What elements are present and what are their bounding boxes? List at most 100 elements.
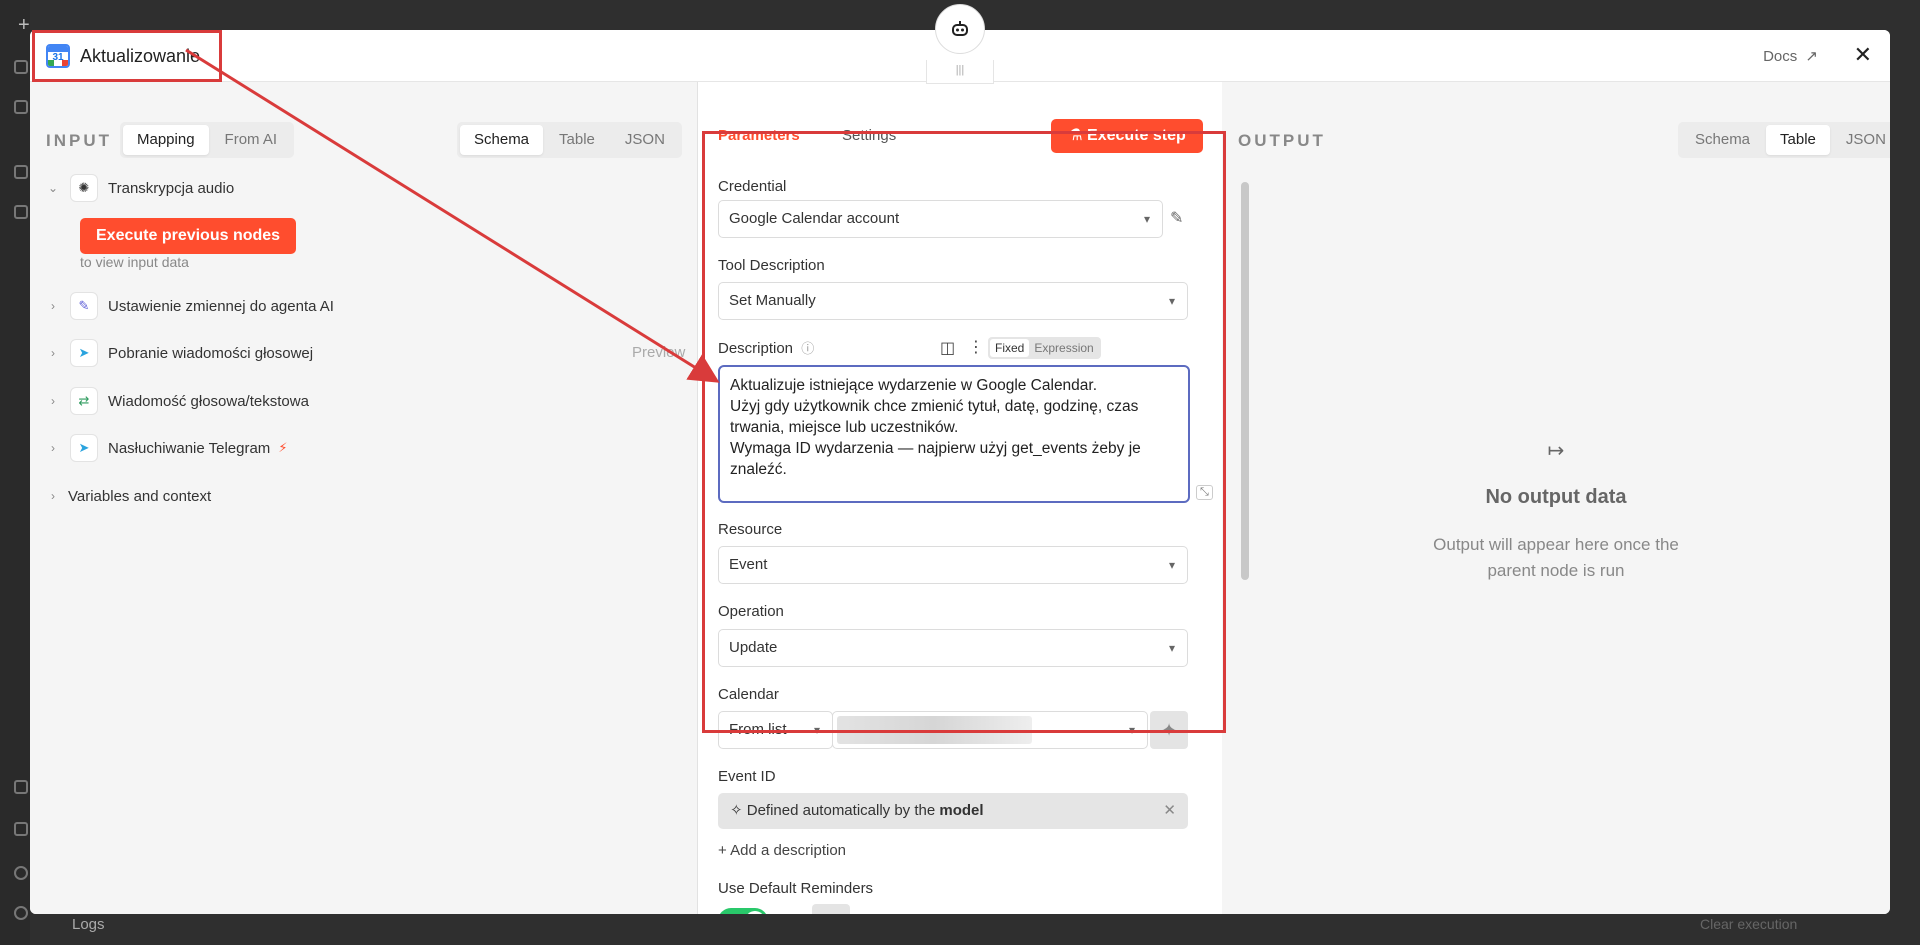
more-options-icon[interactable]: ⋮ — [968, 337, 984, 357]
scrollbar-thumb[interactable] — [1241, 182, 1249, 580]
reminders-label: Use Default Reminders — [718, 880, 874, 897]
credential-select[interactable]: Google Calendar account ▾ — [718, 200, 1163, 238]
tree-node-ustawienie[interactable]: › ✎ Ustawienie zmiennej do agenta AI — [44, 291, 334, 321]
docs-label: Docs — [1763, 48, 1798, 65]
plus-icon[interactable]: + — [18, 14, 30, 37]
tab-mapping[interactable]: Mapping — [123, 125, 209, 155]
chevron-right-icon[interactable]: › — [44, 489, 62, 503]
tree-node-label: Ustawienie zmiennej do agenta AI — [108, 297, 334, 315]
operation-value: Update — [729, 639, 778, 656]
tool-description-value: Set Manually — [729, 292, 816, 309]
no-output-line-2: parent node is run — [1487, 561, 1625, 580]
description-label-text: Description — [718, 340, 794, 357]
execute-previous-nodes-button[interactable]: Execute previous nodes — [80, 218, 297, 254]
preview-link[interactable]: Preview — [632, 344, 685, 361]
description-label: Description ⓘ — [718, 338, 814, 357]
input-panel: INPUT Mapping From AI Schema Table JSON … — [30, 82, 698, 914]
stats-icon[interactable] — [14, 822, 28, 836]
help-circle-icon[interactable]: ⓘ — [801, 341, 814, 356]
add-description-link[interactable]: + Add a description — [718, 842, 846, 859]
tab-schema[interactable]: Schema — [460, 125, 544, 155]
tab-from-ai[interactable]: From AI — [211, 125, 292, 155]
sparkle-icon: ✧ — [730, 802, 743, 819]
logs-label[interactable]: Logs — [72, 916, 105, 933]
event-id-auto-field[interactable]: ✧ Defined automatically by the model ✕ — [718, 793, 1188, 829]
chevron-down-icon: ▾ — [1168, 641, 1175, 655]
tab-json[interactable]: JSON — [611, 125, 679, 155]
tab-schema[interactable]: Schema — [1681, 125, 1764, 155]
close-icon[interactable]: ✕ — [1163, 793, 1176, 829]
telegram-icon: ➤ — [70, 339, 98, 367]
robot-icon[interactable] — [935, 4, 985, 54]
tree-node-pobranie[interactable]: › ➤ Pobranie wiadomości głosowej — [44, 338, 313, 368]
tab-settings[interactable]: Settings — [842, 127, 896, 144]
tree-node-nasluchiwanie[interactable]: › ➤ Nasłuchiwanie Telegram ⚡ — [44, 433, 287, 463]
templates-icon[interactable] — [14, 780, 28, 794]
mode-fixed[interactable]: Fixed — [990, 339, 1030, 357]
event-id-label: Event ID — [718, 768, 776, 785]
mode-expression[interactable]: Expression — [1029, 339, 1098, 357]
search-icon[interactable] — [14, 60, 28, 74]
tab-parameters[interactable]: Parameters — [718, 127, 800, 144]
resource-select[interactable]: Event ▾ — [718, 546, 1188, 584]
output-view-tabs: Schema Table JSON — [1678, 122, 1890, 158]
node-title[interactable]: Aktualizowanie — [80, 46, 200, 67]
credential-label: Credential — [718, 178, 787, 195]
operation-select[interactable]: Update ▾ — [718, 629, 1188, 667]
operation-label: Operation — [718, 603, 784, 620]
calendar-mode-select[interactable]: From list ▾ — [718, 711, 833, 749]
blurred-calendar-value — [837, 716, 1032, 744]
tab-table[interactable]: Table — [545, 125, 609, 155]
tool-description-select[interactable]: Set Manually ▾ — [718, 282, 1188, 320]
description-textarea[interactable]: Aktualizuje istniejące wydarzenie w Goog… — [718, 365, 1190, 503]
chat-icon[interactable] — [14, 205, 28, 219]
edit-credential-icon[interactable]: ✎ — [1170, 208, 1183, 228]
close-button[interactable]: ✕ — [1854, 42, 1872, 68]
chevron-right-icon[interactable]: › — [44, 394, 62, 408]
chevron-down-icon: ▾ — [1168, 558, 1175, 572]
credential-value: Google Calendar account — [729, 210, 900, 227]
docs-link[interactable]: Docs ↗ — [1763, 47, 1818, 65]
tab-table[interactable]: Table — [1766, 125, 1830, 155]
tree-node-label: Transkrypcja audio — [108, 179, 235, 197]
execute-step-button[interactable]: ⚗ Execute step — [1051, 119, 1203, 153]
ai-sparkle-button[interactable]: ✦ — [1150, 711, 1188, 749]
ai-sparkle-button[interactable]: ✦ — [812, 904, 850, 914]
panel-icon[interactable] — [14, 100, 28, 114]
edit-set-icon: ✎ — [70, 292, 98, 320]
chevron-right-icon[interactable]: › — [44, 299, 62, 313]
gear-icon[interactable] — [14, 906, 28, 920]
input-label: INPUT — [46, 131, 112, 150]
chevron-down-icon: ▾ — [813, 723, 820, 737]
no-output-title: No output data — [1485, 486, 1627, 508]
event-id-prefix: Defined automatically by the — [746, 802, 936, 819]
tree-node-transkrypcja[interactable]: ⌄ ✺ Transkrypcja audio — [44, 173, 234, 203]
openai-icon: ✺ — [70, 174, 98, 202]
tab-json[interactable]: JSON — [1832, 125, 1890, 155]
calendar-label: Calendar — [718, 686, 779, 703]
calendar-value-select[interactable]: ▾ — [832, 711, 1148, 749]
tree-node-wiadomosc[interactable]: › ⇄ Wiadomość głosowa/tekstowa — [44, 386, 309, 416]
params-scrollbar[interactable] — [1239, 170, 1251, 914]
output-label: OUTPUT — [1238, 131, 1326, 150]
resource-value: Event — [729, 556, 768, 573]
google-calendar-icon: 31 — [46, 44, 70, 68]
tree-node-label: Pobranie wiadomości głosowej — [108, 344, 314, 362]
tree-variables[interactable]: › Variables and context — [44, 481, 211, 511]
split-view-icon[interactable]: ◫ — [940, 338, 955, 358]
home-icon[interactable] — [14, 165, 28, 179]
chevron-down-icon: ▾ — [1128, 723, 1135, 737]
help-icon[interactable] — [14, 866, 28, 880]
clear-execution-button[interactable]: Clear execution — [1700, 916, 1797, 932]
tree-node-label: Wiadomość głosowa/tekstowa — [108, 392, 309, 410]
chevron-right-icon[interactable]: › — [44, 441, 62, 455]
tool-description-label: Tool Description — [718, 257, 825, 274]
reminders-toggle[interactable] — [718, 908, 768, 914]
arrow-right-bar-icon: ↦ — [1547, 440, 1565, 462]
expand-editor-icon[interactable]: ⤡ — [1196, 485, 1213, 500]
telegram-icon: ➤ — [70, 434, 98, 462]
input-view-tabs: Schema Table JSON — [457, 122, 682, 158]
chevron-right-icon[interactable]: › — [44, 346, 62, 360]
drag-handle[interactable]: ||| — [926, 60, 994, 84]
chevron-down-icon[interactable]: ⌄ — [44, 181, 62, 195]
